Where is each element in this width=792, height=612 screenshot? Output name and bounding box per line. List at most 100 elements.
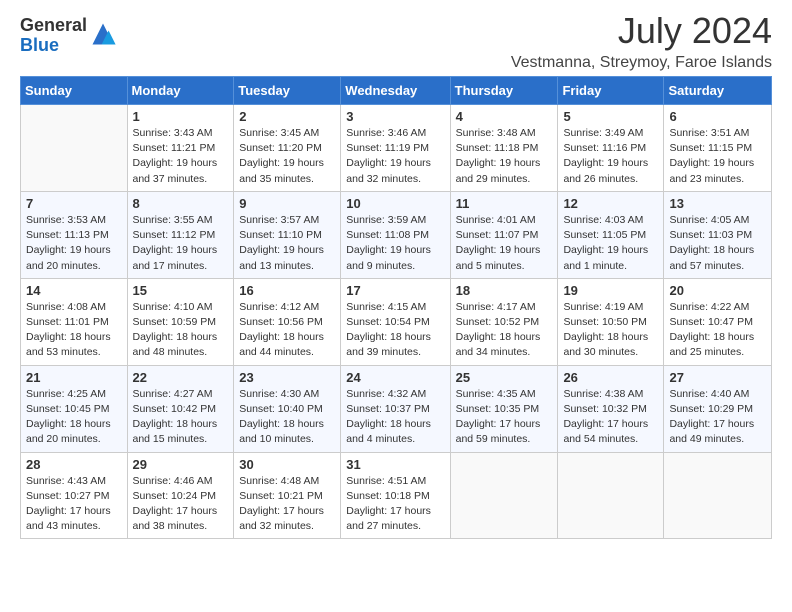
- calendar-cell: 2 Sunrise: 3:45 AMSunset: 11:20 PMDayligh…: [234, 105, 341, 192]
- week-row-0: 1 Sunrise: 3:43 AMSunset: 11:21 PMDayligh…: [21, 105, 772, 192]
- calendar-cell: 19Sunrise: 4:19 AMSunset: 10:50 PMDaylig…: [558, 278, 664, 365]
- logo-general: General: [20, 16, 87, 36]
- day-info: Sunrise: 3:48 AMSunset: 11:18 PMDaylight…: [456, 126, 553, 187]
- calendar-cell: [664, 452, 772, 539]
- day-number: 21: [26, 370, 122, 385]
- day-number: 24: [346, 370, 444, 385]
- day-info: Sunrise: 4:35 AMSunset: 10:35 PMDaylight…: [456, 387, 553, 448]
- day-info: Sunrise: 4:30 AMSunset: 10:40 PMDaylight…: [239, 387, 335, 448]
- title-area: July 2024 Vestmanna, Streymoy, Faroe Isl…: [511, 10, 772, 72]
- calendar-cell: [450, 452, 558, 539]
- day-info: Sunrise: 4:15 AMSunset: 10:54 PMDaylight…: [346, 300, 444, 361]
- day-number: 3: [346, 109, 444, 124]
- day-info: Sunrise: 4:10 AMSunset: 10:59 PMDaylight…: [133, 300, 229, 361]
- weekday-header-friday: Friday: [558, 77, 664, 105]
- day-info: Sunrise: 3:43 AMSunset: 11:21 PMDaylight…: [133, 126, 229, 187]
- day-info: Sunrise: 4:12 AMSunset: 10:56 PMDaylight…: [239, 300, 335, 361]
- day-info: Sunrise: 4:46 AMSunset: 10:24 PMDaylight…: [133, 474, 229, 535]
- day-number: 14: [26, 283, 122, 298]
- day-info: Sunrise: 3:55 AMSunset: 11:12 PMDaylight…: [133, 213, 229, 274]
- day-info: Sunrise: 3:57 AMSunset: 11:10 PMDaylight…: [239, 213, 335, 274]
- calendar-cell: 17 Sunrise: 4:15 AMSunset: 10:54 PMDaylig…: [341, 278, 450, 365]
- day-number: 19: [563, 283, 658, 298]
- calendar-cell: 18Sunrise: 4:17 AMSunset: 10:52 PMDaylig…: [450, 278, 558, 365]
- day-info: Sunrise: 4:08 AMSunset: 11:01 PMDaylight…: [26, 300, 122, 361]
- weekday-header-saturday: Saturday: [664, 77, 772, 105]
- day-number: 25: [456, 370, 553, 385]
- day-info: Sunrise: 4:51 AMSunset: 10:18 PMDaylight…: [346, 474, 444, 535]
- calendar-cell: 13Sunrise: 4:05 AMSunset: 11:03 PMDaylig…: [664, 191, 772, 278]
- day-number: 20: [669, 283, 766, 298]
- calendar-cell: 6 Sunrise: 3:51 AMSunset: 11:15 PMDayligh…: [664, 105, 772, 192]
- day-number: 16: [239, 283, 335, 298]
- weekday-header-monday: Monday: [127, 77, 234, 105]
- day-info: Sunrise: 4:48 AMSunset: 10:21 PMDaylight…: [239, 474, 335, 535]
- week-row-1: 7 Sunrise: 3:53 AMSunset: 11:13 PMDayligh…: [21, 191, 772, 278]
- day-info: Sunrise: 4:03 AMSunset: 11:05 PMDaylight…: [563, 213, 658, 274]
- calendar-cell: 15 Sunrise: 4:10 AMSunset: 10:59 PMDaylig…: [127, 278, 234, 365]
- weekday-header-thursday: Thursday: [450, 77, 558, 105]
- calendar-cell: 10 Sunrise: 3:59 AMSunset: 11:08 PMDaylig…: [341, 191, 450, 278]
- weekday-header-wednesday: Wednesday: [341, 77, 450, 105]
- calendar-cell: 27 Sunrise: 4:40 AMSunset: 10:29 PMDaylig…: [664, 365, 772, 452]
- day-number: 5: [563, 109, 658, 124]
- calendar: SundayMondayTuesdayWednesdayThursdayFrid…: [20, 76, 772, 539]
- day-number: 9: [239, 196, 335, 211]
- day-number: 4: [456, 109, 553, 124]
- weekday-header-row: SundayMondayTuesdayWednesdayThursdayFrid…: [21, 77, 772, 105]
- calendar-cell: 14 Sunrise: 4:08 AMSunset: 11:01 PMDaylig…: [21, 278, 128, 365]
- day-number: 30: [239, 457, 335, 472]
- day-number: 10: [346, 196, 444, 211]
- week-row-4: 28 Sunrise: 4:43 AMSunset: 10:27 PMDaylig…: [21, 452, 772, 539]
- day-number: 8: [133, 196, 229, 211]
- day-info: Sunrise: 3:53 AMSunset: 11:13 PMDaylight…: [26, 213, 122, 274]
- weekday-header-sunday: Sunday: [21, 77, 128, 105]
- day-info: Sunrise: 4:40 AMSunset: 10:29 PMDaylight…: [669, 387, 766, 448]
- day-number: 6: [669, 109, 766, 124]
- day-info: Sunrise: 4:27 AMSunset: 10:42 PMDaylight…: [133, 387, 229, 448]
- day-number: 28: [26, 457, 122, 472]
- day-number: 7: [26, 196, 122, 211]
- calendar-cell: 16 Sunrise: 4:12 AMSunset: 10:56 PMDaylig…: [234, 278, 341, 365]
- day-info: Sunrise: 4:25 AMSunset: 10:45 PMDaylight…: [26, 387, 122, 448]
- day-number: 1: [133, 109, 229, 124]
- calendar-cell: 20 Sunrise: 4:22 AMSunset: 10:47 PMDaylig…: [664, 278, 772, 365]
- calendar-cell: [558, 452, 664, 539]
- calendar-cell: 11Sunrise: 4:01 AMSunset: 11:07 PMDaylig…: [450, 191, 558, 278]
- day-info: Sunrise: 4:17 AMSunset: 10:52 PMDaylight…: [456, 300, 553, 361]
- calendar-cell: 21 Sunrise: 4:25 AMSunset: 10:45 PMDaylig…: [21, 365, 128, 452]
- location-title: Vestmanna, Streymoy, Faroe Islands: [511, 54, 772, 72]
- day-number: 23: [239, 370, 335, 385]
- day-info: Sunrise: 4:38 AMSunset: 10:32 PMDaylight…: [563, 387, 658, 448]
- day-info: Sunrise: 4:32 AMSunset: 10:37 PMDaylight…: [346, 387, 444, 448]
- day-info: Sunrise: 3:45 AMSunset: 11:20 PMDaylight…: [239, 126, 335, 187]
- day-info: Sunrise: 3:49 AMSunset: 11:16 PMDaylight…: [563, 126, 658, 187]
- calendar-cell: 30 Sunrise: 4:48 AMSunset: 10:21 PMDaylig…: [234, 452, 341, 539]
- calendar-cell: 5 Sunrise: 3:49 AMSunset: 11:16 PMDayligh…: [558, 105, 664, 192]
- day-number: 13: [669, 196, 766, 211]
- weekday-header-tuesday: Tuesday: [234, 77, 341, 105]
- day-number: 27: [669, 370, 766, 385]
- logo-text: General Blue: [20, 16, 87, 56]
- day-info: Sunrise: 4:43 AMSunset: 10:27 PMDaylight…: [26, 474, 122, 535]
- calendar-cell: 28 Sunrise: 4:43 AMSunset: 10:27 PMDaylig…: [21, 452, 128, 539]
- calendar-cell: 8 Sunrise: 3:55 AMSunset: 11:12 PMDayligh…: [127, 191, 234, 278]
- calendar-cell: 12Sunrise: 4:03 AMSunset: 11:05 PMDaylig…: [558, 191, 664, 278]
- day-number: 2: [239, 109, 335, 124]
- calendar-cell: 3 Sunrise: 3:46 AMSunset: 11:19 PMDayligh…: [341, 105, 450, 192]
- day-info: Sunrise: 3:59 AMSunset: 11:08 PMDaylight…: [346, 213, 444, 274]
- month-title: July 2024: [511, 10, 772, 52]
- day-number: 17: [346, 283, 444, 298]
- calendar-cell: 31Sunrise: 4:51 AMSunset: 10:18 PMDaylig…: [341, 452, 450, 539]
- calendar-cell: 25 Sunrise: 4:35 AMSunset: 10:35 PMDaylig…: [450, 365, 558, 452]
- day-info: Sunrise: 3:46 AMSunset: 11:19 PMDaylight…: [346, 126, 444, 187]
- calendar-cell: 26 Sunrise: 4:38 AMSunset: 10:32 PMDaylig…: [558, 365, 664, 452]
- day-number: 26: [563, 370, 658, 385]
- day-info: Sunrise: 3:51 AMSunset: 11:15 PMDaylight…: [669, 126, 766, 187]
- calendar-cell: 1 Sunrise: 3:43 AMSunset: 11:21 PMDayligh…: [127, 105, 234, 192]
- day-info: Sunrise: 4:22 AMSunset: 10:47 PMDaylight…: [669, 300, 766, 361]
- week-row-3: 21 Sunrise: 4:25 AMSunset: 10:45 PMDaylig…: [21, 365, 772, 452]
- day-number: 29: [133, 457, 229, 472]
- calendar-cell: [21, 105, 128, 192]
- day-number: 15: [133, 283, 229, 298]
